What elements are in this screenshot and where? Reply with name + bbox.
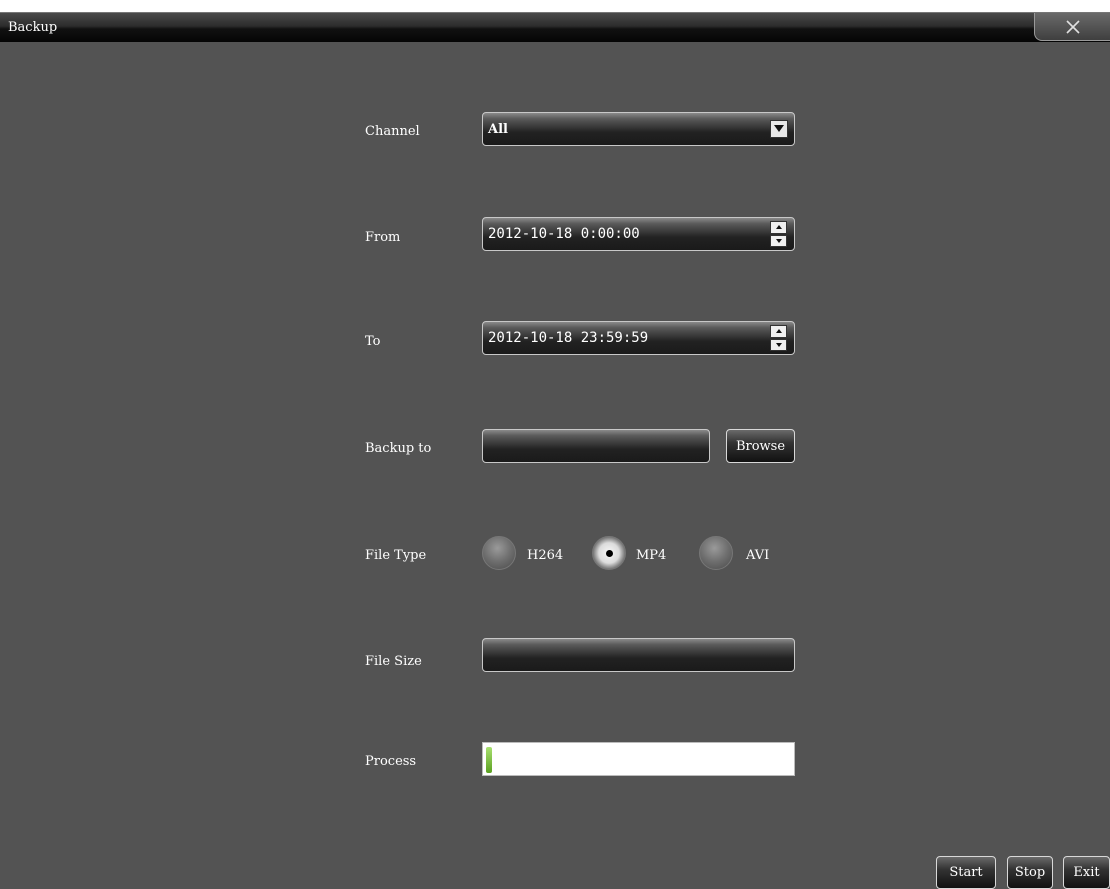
from-value: 2012-10-18 0:00:00: [488, 226, 640, 242]
file-size-label: File Size: [365, 654, 422, 669]
radio-mp4[interactable]: [592, 536, 626, 570]
radio-h264-label: H264: [527, 548, 564, 563]
radio-h264[interactable]: [482, 536, 516, 570]
channel-select[interactable]: All: [482, 112, 795, 146]
chevron-down-icon[interactable]: [770, 120, 788, 138]
file-type-label: File Type: [365, 548, 427, 563]
exit-button[interactable]: Exit: [1063, 856, 1110, 889]
spin-up-icon[interactable]: [770, 221, 787, 234]
progress-fill: [486, 747, 492, 773]
from-datetime-input[interactable]: 2012-10-18 0:00:00: [482, 217, 795, 251]
channel-value: All: [488, 121, 508, 137]
radio-mp4-label: MP4: [636, 548, 667, 563]
spin-up-icon[interactable]: [770, 325, 787, 338]
channel-label: Channel: [365, 124, 420, 139]
radio-avi-label: AVI: [746, 548, 770, 563]
from-spinner[interactable]: [770, 221, 787, 247]
spin-down-icon[interactable]: [770, 234, 787, 247]
start-button[interactable]: Start: [936, 856, 996, 889]
browse-button[interactable]: Browse: [726, 429, 795, 463]
process-progress-bar: [482, 742, 795, 776]
window-title: Backup: [8, 20, 58, 35]
backup-to-label: Backup to: [365, 441, 432, 456]
close-icon: [1065, 19, 1080, 34]
to-spinner[interactable]: [770, 325, 787, 351]
file-size-field: [482, 638, 795, 672]
radio-avi[interactable]: [699, 536, 733, 570]
to-label: To: [365, 334, 381, 349]
backup-path-input[interactable]: [482, 429, 710, 463]
stop-button[interactable]: Stop: [1007, 856, 1053, 889]
radio-selected-dot-icon: [606, 550, 613, 557]
title-bar: Backup: [0, 12, 1110, 42]
backup-window: Backup Channel All From 2012-10-18 0:00:…: [0, 12, 1110, 889]
to-value: 2012-10-18 23:59:59: [488, 330, 649, 346]
close-button[interactable]: [1034, 13, 1110, 41]
spin-down-icon[interactable]: [770, 338, 787, 351]
to-datetime-input[interactable]: 2012-10-18 23:59:59: [482, 321, 795, 355]
process-label: Process: [365, 754, 417, 769]
from-label: From: [365, 230, 401, 245]
